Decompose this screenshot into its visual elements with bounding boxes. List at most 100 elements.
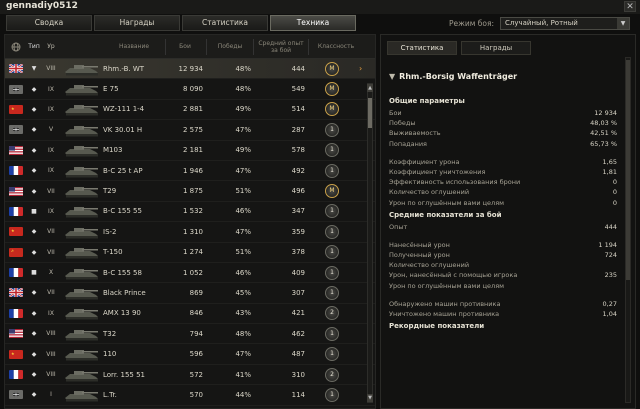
svg-text:★: ★ — [11, 106, 15, 111]
stat-row: Урон по оглушённым вами целям — [389, 282, 617, 292]
vehicle-battles: 2 181 — [182, 146, 203, 155]
vehicle-details: Статистика Награды ▼ Rhm.-Borsig Waffentr… — [380, 34, 636, 409]
stat-value: 0,27 — [602, 299, 617, 308]
mastery-badge-icon: 2 — [325, 367, 339, 382]
scroll-thumb[interactable] — [368, 98, 372, 128]
vehicle-tier: VII — [47, 248, 55, 256]
table-row[interactable]: ◆ VIII T32 794 48% 462 1 — [5, 324, 375, 345]
flag-uk-icon — [5, 64, 27, 74]
table-row[interactable]: ◆ IX E 75 8 090 48% 549 M — [5, 79, 375, 100]
table-row[interactable]: ◆ IX AMX 13 90 846 43% 421 2 — [5, 304, 375, 325]
table-row[interactable]: ◆ VIII Lorr. 155 51 572 41% 310 2 — [5, 365, 375, 386]
tab-detail-awards[interactable]: Награды — [461, 41, 531, 55]
vehicle-avg-exp: 578 — [291, 146, 305, 155]
vehicle-name: VK 30.01 H — [103, 125, 143, 134]
table-header: Тип Ур Название Бои Победы Средний опыт … — [5, 35, 375, 59]
table-row[interactable]: ◆ V VK 30.01 H 2 575 47% 287 1 — [5, 120, 375, 141]
table-row[interactable]: ◆ I L.Tr. 570 44% 114 1 — [5, 385, 375, 406]
vehicle-wins: 46% — [235, 268, 251, 277]
vehicle-type-icon: ◆ — [31, 350, 37, 358]
stat-label: Урон по оглушённым вами целям — [389, 281, 505, 290]
chevron-down-icon: ▼ — [617, 17, 629, 29]
battle-mode-select[interactable]: Случайный, Ротный ▼ — [500, 16, 630, 30]
scroll-down-icon[interactable]: ▼ — [367, 394, 373, 402]
table-row[interactable]: ▼ VIII Rhm.-B. WT 12 934 48% 444 M › — [5, 59, 375, 80]
mastery-badge-icon: 1 — [325, 245, 339, 260]
class-header[interactable]: Классность — [309, 43, 363, 50]
selected-arrow-icon: › — [359, 64, 363, 74]
flag-us-icon — [5, 329, 27, 339]
tab-summary[interactable]: Сводка — [6, 15, 92, 31]
vehicle-list-scrollbar[interactable]: ▲ ▼ — [367, 83, 373, 403]
vehicle-list: Тип Ур Название Бои Победы Средний опыт … — [4, 34, 376, 409]
vehicle-tier: X — [48, 269, 54, 277]
stat-label: Количество оглушений — [389, 188, 470, 197]
stat-label: Эффективность использования брони — [389, 178, 521, 187]
vehicle-avg-exp: 307 — [291, 288, 305, 297]
section-title: Общие параметры — [389, 97, 465, 105]
table-row[interactable]: ◆ IX B-C 25 t AP 1 946 47% 492 1 — [5, 161, 375, 182]
mastery-badge-icon: 1 — [325, 387, 339, 402]
vehicle-type-icon: ◆ — [31, 309, 37, 317]
mastery-badge-icon: 1 — [325, 224, 339, 239]
flag-us-icon — [5, 145, 27, 155]
detail-scrollbar[interactable] — [625, 57, 631, 403]
flag-de-icon — [5, 390, 27, 400]
vehicle-name: T-150 — [103, 248, 123, 257]
table-row[interactable]: ★ ◆ VII IS-2 1 310 47% 359 1 — [5, 222, 375, 243]
type-header[interactable]: Тип — [27, 43, 41, 50]
collapse-triangle-icon[interactable]: ▼ — [389, 72, 395, 81]
vehicle-tier: IX — [48, 146, 54, 154]
tab-vehicles[interactable]: Техника — [270, 15, 356, 31]
section-title: Рекордные показатели — [389, 322, 485, 331]
flag-fr-icon — [5, 166, 27, 176]
close-icon[interactable]: ✕ — [624, 1, 636, 12]
vehicle-wins: 49% — [235, 105, 251, 114]
battle-mode-value: Случайный, Ротный — [505, 18, 578, 27]
vehicle-name: T29 — [103, 187, 117, 196]
name-header[interactable]: Название — [103, 43, 165, 50]
battles-header[interactable]: Бои — [166, 43, 206, 50]
tier-header[interactable]: Ур — [41, 43, 61, 50]
tab-awards[interactable]: Награды — [94, 15, 180, 31]
table-row[interactable]: ■ X B-C 155 58 1 052 46% 409 1 — [5, 263, 375, 284]
table-row[interactable]: ◆ IX M103 2 181 49% 578 1 — [5, 141, 375, 161]
vehicle-avg-exp: 514 — [291, 105, 305, 114]
stat-row: Количество оглушений 0 — [389, 188, 617, 198]
nation-header-globe-icon[interactable] — [5, 42, 27, 52]
stat-label: Уничтожено машин противника — [389, 310, 500, 318]
tab-statistics[interactable]: Статистика — [182, 15, 268, 31]
table-row[interactable]: ★ ◆ IX WZ-111 1-4 2 881 49% 514 M — [5, 100, 375, 121]
tab-detail-statistics[interactable]: Статистика — [387, 41, 457, 55]
tank-icon — [61, 265, 103, 281]
table-row[interactable]: ☭ ◆ VII T-150 1 274 51% 378 1 — [5, 243, 375, 263]
mastery-badge-icon: M — [325, 184, 339, 199]
vehicle-avg-exp: 487 — [291, 350, 305, 359]
vehicle-type-icon: ◆ — [31, 228, 37, 236]
vehicle-tier: IX — [48, 167, 54, 175]
table-row[interactable]: ◆ VII Black Prince 869 45% 307 1 — [5, 283, 375, 304]
stat-label: Количество оглушений — [389, 261, 470, 270]
mastery-badge-icon: 1 — [325, 326, 339, 341]
vehicle-battles: 1 532 — [182, 207, 203, 216]
exp-header[interactable]: Средний опыт за бой — [254, 40, 308, 54]
stat-label: Полученный урон — [389, 251, 450, 260]
vehicle-wins: 45% — [235, 288, 251, 297]
scroll-up-icon[interactable]: ▲ — [367, 84, 373, 92]
tank-icon — [61, 81, 103, 97]
vehicle-name: T32 — [103, 329, 117, 338]
vehicle-type-icon: ▼ — [31, 65, 37, 73]
table-row[interactable]: ■ IX B-C 155 55 1 532 46% 347 1 — [5, 202, 375, 223]
vehicle-avg-exp: 359 — [291, 227, 305, 236]
vehicle-tier: VII — [47, 187, 55, 195]
table-row[interactable]: ★ ◆ VIII 110 596 47% 487 1 — [5, 344, 375, 365]
vehicle-battles: 12 934 — [178, 64, 204, 73]
stat-row: Попадания 65,73 % — [389, 140, 617, 150]
vehicle-tier: VII — [47, 289, 55, 297]
detail-scroll-thumb[interactable] — [626, 60, 630, 280]
stat-row: Полученный урон 724 — [389, 251, 617, 261]
vehicle-wins: 47% — [235, 125, 251, 134]
vehicle-type-icon: ◆ — [31, 126, 37, 134]
wins-header[interactable]: Победы — [207, 43, 253, 50]
table-row[interactable]: ◆ VII T29 1 875 51% 496 M — [5, 181, 375, 202]
